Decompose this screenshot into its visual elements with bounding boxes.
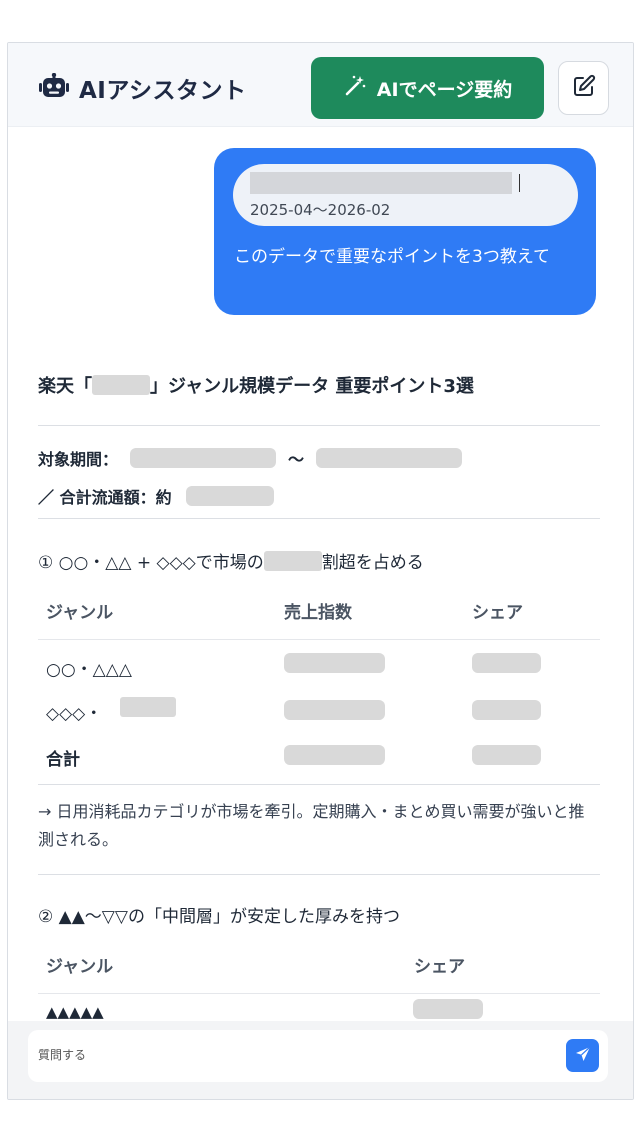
redacted-genre-name xyxy=(92,375,150,395)
composer xyxy=(8,1021,633,1099)
point-1-table-header: ジャンル 売上指数 シェア xyxy=(38,596,600,640)
redacted-share xyxy=(413,999,483,1019)
point-2-title: ② ▲▲〜▽▽の「中間層」が安定した厚みを持つ xyxy=(38,907,400,927)
divider xyxy=(38,425,600,426)
point-1-note: → 日用消耗品カテゴリが市場を牽引。定期購入・まとめ買い需要が強いと推測される。 xyxy=(38,802,585,849)
question-input-box[interactable] xyxy=(28,1030,608,1082)
column-share: シェア xyxy=(414,957,465,977)
assistant-title: AIアシスタント xyxy=(79,78,247,104)
redacted-sales-index xyxy=(284,653,385,673)
brand: AIアシスタント xyxy=(39,71,246,105)
redacted-genre-suffix xyxy=(120,697,176,717)
column-genre: ジャンル xyxy=(46,603,114,623)
reference-date-range: 2025-04〜2026-02 xyxy=(250,201,391,219)
total-line: ／ 合計流通額：約 xyxy=(38,484,274,508)
redacted-period-start xyxy=(130,448,277,468)
answer-title: 楽天「 」ジャンル規模データ 重要ポイント3選 xyxy=(38,372,474,398)
redacted-share-value xyxy=(263,550,322,571)
redacted-share-total xyxy=(472,745,541,765)
genre-cell: ○○・△△△ xyxy=(46,660,132,680)
point-1-title-suffix: 割超を占める xyxy=(321,553,424,573)
redacted-period-end xyxy=(316,448,463,468)
robot-icon xyxy=(39,72,69,103)
period-separator: 〜 xyxy=(288,450,305,469)
answer-title-suffix: 」ジャンル規模データ 重要ポイント3選 xyxy=(150,376,474,397)
new-chat-button[interactable] xyxy=(558,61,609,115)
answer-title-prefix: 楽天「 xyxy=(38,376,92,397)
ai-assistant-panel: AIアシスタント AIでページ要約 2025-04〜2026-02 このデータで… xyxy=(7,42,634,1100)
redacted-sales-index xyxy=(284,700,385,720)
assistant-header: AIアシスタント AIでページ要約 xyxy=(8,43,633,127)
total-label: ／ 合計流通額：約 xyxy=(38,488,172,507)
table-row: ◇◇◇・ xyxy=(38,697,600,739)
redacted-sales-index-total xyxy=(284,745,385,765)
send-button[interactable] xyxy=(566,1039,599,1072)
table-row: 合計 xyxy=(38,745,600,785)
column-sales-index: 売上指数 xyxy=(284,603,352,623)
redacted-share xyxy=(472,700,541,720)
chat-thread[interactable]: 2025-04〜2026-02 このデータで重要なポイントを3つ教えて 楽天「 … xyxy=(8,127,633,1021)
table-row: ▲▲▲▲▲ xyxy=(38,999,600,1021)
table-row: ○○・△△△ xyxy=(38,653,600,695)
send-icon xyxy=(575,1046,591,1066)
divider xyxy=(38,518,600,519)
column-share: シェア xyxy=(472,603,523,623)
point-1-title-prefix: ① ○○・△△ + ◇◇◇で市場の xyxy=(38,553,264,573)
genre-cell-total: 合計 xyxy=(46,750,80,770)
text-caret xyxy=(519,174,520,192)
summarize-label: AIでページ要約 xyxy=(376,78,513,101)
user-message-bubble: 2025-04〜2026-02 このデータで重要なポイントを3つ教えて xyxy=(214,148,596,315)
summarize-page-button[interactable]: AIでページ要約 xyxy=(311,57,544,119)
genre-cell: ◇◇◇・ xyxy=(46,704,103,724)
referenced-data-chip[interactable]: 2025-04〜2026-02 xyxy=(233,164,578,226)
divider xyxy=(38,874,600,875)
redacted-share xyxy=(472,653,541,673)
point-2-table-header: ジャンル シェア xyxy=(38,950,600,994)
magic-wand-icon xyxy=(343,74,367,103)
column-genre: ジャンル xyxy=(46,957,114,977)
question-input[interactable] xyxy=(38,1044,538,1066)
period-line: 対象期間： 〜 xyxy=(38,446,463,470)
point-1-title: ① ○○・△△ + ◇◇◇で市場の 割超を占める xyxy=(38,548,424,573)
user-message-text: このデータで重要なポイントを3つ教えて xyxy=(234,247,550,267)
redacted-reference-title xyxy=(250,172,512,194)
edit-icon xyxy=(572,74,596,102)
genre-cell: ▲▲▲▲▲ xyxy=(46,1003,104,1021)
divider xyxy=(38,784,600,785)
redacted-total-amount xyxy=(185,486,274,506)
period-label: 対象期間： xyxy=(38,450,119,469)
